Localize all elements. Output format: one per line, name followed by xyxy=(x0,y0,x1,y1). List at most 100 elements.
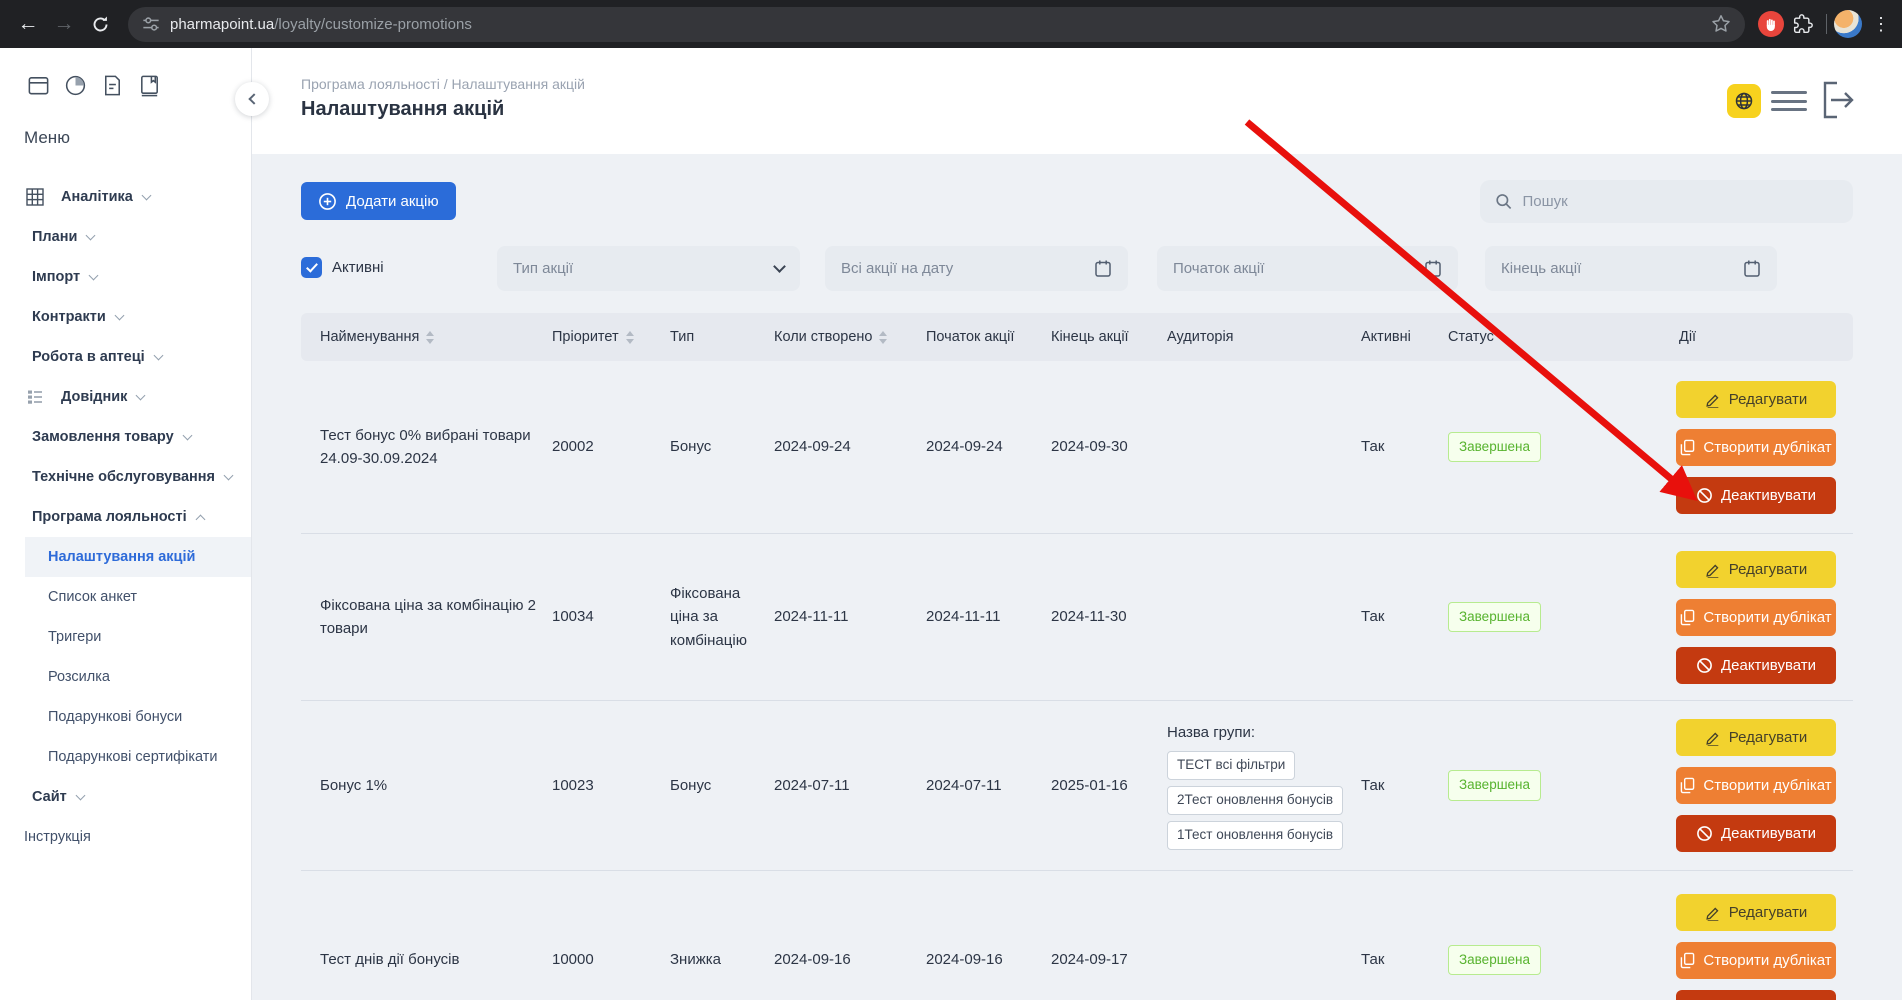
pencil-icon xyxy=(1705,729,1721,746)
edit-button[interactable]: Редагувати xyxy=(1676,551,1836,588)
chevron-down-icon xyxy=(141,190,151,200)
active-filter-checkbox[interactable] xyxy=(301,257,322,278)
pie-chart-icon[interactable] xyxy=(63,73,88,98)
book-icon[interactable] xyxy=(137,73,162,98)
column-header-priority[interactable]: Пріоритет xyxy=(552,313,634,361)
adblock-extension-icon[interactable] xyxy=(1755,8,1787,40)
cell-start: 2024-09-24 xyxy=(926,361,1003,533)
address-bar[interactable]: pharmapoint.ua/loyalty/customize-promoti… xyxy=(128,7,1745,42)
sidebar-item-label: Інструкція xyxy=(24,829,91,845)
sort-icon[interactable] xyxy=(879,331,887,344)
sidebar-item-analytics[interactable]: Аналітика xyxy=(0,177,251,217)
column-header-name[interactable]: Найменування xyxy=(320,313,434,361)
menu-heading: Меню xyxy=(24,128,70,148)
deactivate-button[interactable]: Деактивувати xyxy=(1676,990,1836,1000)
deactivate-button[interactable]: Деактивувати xyxy=(1676,477,1836,514)
column-header-created[interactable]: Коли створено xyxy=(774,313,887,361)
sidebar-item-contracts[interactable]: Контракти xyxy=(0,297,251,337)
sidebar-item-loyalty-program[interactable]: Програма лояльності xyxy=(0,497,251,537)
cell-type: Бонус xyxy=(670,361,771,533)
chevron-down-icon xyxy=(136,390,146,400)
sidebar-item-maintenance[interactable]: Технічне обслуговування xyxy=(0,457,251,497)
start-date-picker[interactable]: Початок акції xyxy=(1157,246,1458,291)
cell-priority: 10000 xyxy=(552,871,594,1000)
duplicate-button[interactable]: Створити дублікат xyxy=(1676,942,1836,979)
language-globe-button[interactable] xyxy=(1727,84,1761,118)
globe-icon xyxy=(1734,91,1754,111)
chevron-left-icon xyxy=(248,93,259,104)
column-header-status: Статус xyxy=(1448,313,1494,361)
column-label: Статус xyxy=(1448,329,1494,345)
column-label: Кінець акції xyxy=(1051,329,1129,345)
cell-actions: Редагувати Створити дублікат xyxy=(1676,361,1836,533)
all-promotions-date-picker[interactable]: Всі акції на дату xyxy=(825,246,1128,291)
sidebar-item-site[interactable]: Сайт xyxy=(0,777,251,817)
duplicate-button[interactable]: Створити дублікат xyxy=(1676,599,1836,636)
column-label: Аудиторія xyxy=(1167,329,1234,345)
extensions-puzzle-icon[interactable] xyxy=(1787,8,1819,40)
cell-end: 2024-09-17 xyxy=(1051,871,1128,1000)
sidebar-subitem-triggers[interactable]: Тригери xyxy=(0,617,251,657)
sort-icon[interactable] xyxy=(626,331,634,344)
forward-button[interactable]: → xyxy=(46,6,82,42)
promotion-type-select[interactable]: Тип акції xyxy=(497,246,800,291)
ban-icon xyxy=(1696,825,1713,842)
duplicate-button[interactable]: Створити дублікат xyxy=(1676,767,1836,804)
deactivate-button[interactable]: Деактивувати xyxy=(1676,647,1836,684)
cell-created: 2024-11-11 xyxy=(774,534,849,700)
document-icon[interactable] xyxy=(100,73,125,98)
cell-type: Фіксована ціна за комбінацію xyxy=(670,534,771,700)
profile-avatar[interactable] xyxy=(1834,10,1862,38)
cell-name: Фіксована ціна за комбінацію 2 товари xyxy=(320,534,538,700)
add-promotion-button[interactable]: Додати акцію xyxy=(301,182,456,220)
end-date-picker[interactable]: Кінець акції xyxy=(1485,246,1777,291)
bookmark-star-icon[interactable] xyxy=(1711,14,1731,34)
sidebar-subitem-gift-bonuses[interactable]: Подарункові бонуси xyxy=(0,697,251,737)
sidebar-menu: Аналітика Плани Імпорт Контракти Робота … xyxy=(0,177,251,857)
column-label: Тип xyxy=(670,329,694,345)
sort-icon[interactable] xyxy=(426,331,434,344)
sidebar-item-instruction[interactable]: Інструкція xyxy=(0,817,251,857)
archive-icon[interactable] xyxy=(26,73,51,98)
reload-button[interactable] xyxy=(82,6,118,42)
deactivate-button[interactable]: Деактивувати xyxy=(1676,815,1836,852)
browser-menu-icon[interactable]: ⋮ xyxy=(1870,14,1892,35)
search-input[interactable] xyxy=(1522,193,1838,210)
cell-status: Завершена xyxy=(1448,701,1541,870)
sidebar-item-plans[interactable]: Плани xyxy=(0,217,251,257)
column-label: Коли створено xyxy=(774,329,872,345)
page-title: Налаштування акцій xyxy=(301,98,504,121)
cell-type: Знижка xyxy=(670,871,771,1000)
edit-button[interactable]: Редагувати xyxy=(1676,381,1836,418)
promotion-type-placeholder: Тип акції xyxy=(513,260,573,277)
cell-name: Тест бонус 0% вибрані товари 24.09-30.09… xyxy=(320,361,538,533)
cell-end: 2024-09-30 xyxy=(1051,361,1128,533)
chevron-down-icon xyxy=(86,230,96,240)
sidebar-subitem-gift-certificates[interactable]: Подарункові сертифікати xyxy=(0,737,251,777)
sidebar-subitem-promotions-settings[interactable]: Налаштування акцій xyxy=(0,537,251,577)
sidebar-item-directory[interactable]: Довідник xyxy=(0,377,251,417)
edit-button[interactable]: Редагувати xyxy=(1676,719,1836,756)
sidebar-subitem-mailing[interactable]: Розсилка xyxy=(0,657,251,697)
column-label: Найменування xyxy=(320,329,419,345)
duplicate-label: Створити дублікат xyxy=(1703,439,1831,456)
column-header-actions: Дії xyxy=(1679,313,1696,361)
table-row: Тест бонус 0% вибрані товари 24.09-30.09… xyxy=(301,361,1853,534)
pencil-icon xyxy=(1705,904,1721,921)
status-badge: Завершена xyxy=(1448,602,1541,633)
search-box[interactable] xyxy=(1480,180,1853,223)
hamburger-menu-button[interactable] xyxy=(1771,91,1807,111)
sidebar-collapse-button[interactable] xyxy=(235,82,269,116)
site-settings-icon[interactable] xyxy=(142,15,160,33)
back-button[interactable]: ← xyxy=(10,6,46,42)
sidebar-item-pharmacy-work[interactable]: Робота в аптеці xyxy=(0,337,251,377)
cell-active: Так xyxy=(1361,361,1384,533)
audience-tag: 1Тест оновлення бонусів xyxy=(1167,821,1343,850)
duplicate-button[interactable]: Створити дублікат xyxy=(1676,429,1836,466)
logout-button[interactable] xyxy=(1820,80,1856,125)
sidebar-item-goods-order[interactable]: Замовлення товару xyxy=(0,417,251,457)
edit-button[interactable]: Редагувати xyxy=(1676,894,1836,931)
sidebar-subitem-questionnaires[interactable]: Список анкет xyxy=(0,577,251,617)
cell-start: 2024-09-16 xyxy=(926,871,1003,1000)
sidebar-item-import[interactable]: Імпорт xyxy=(0,257,251,297)
